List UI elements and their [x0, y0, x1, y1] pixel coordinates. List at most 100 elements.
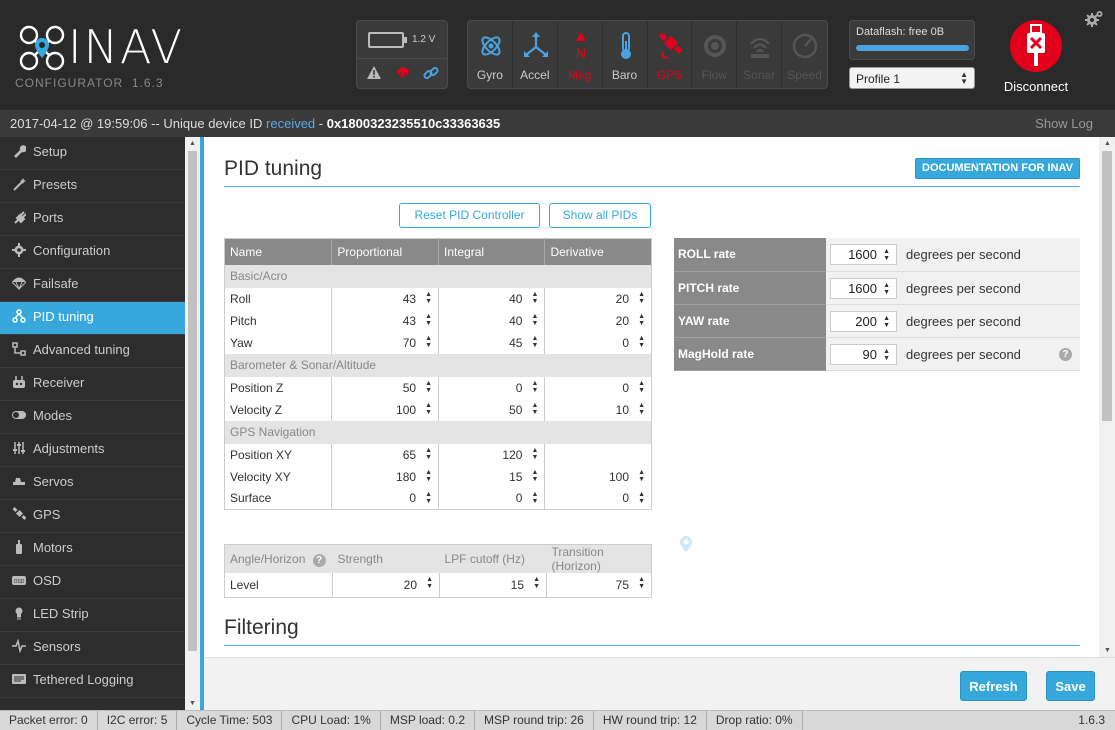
- pid-p-input[interactable]: 43 ▲ ▼: [331, 287, 440, 310]
- spinner-icon[interactable]: ▲ ▼: [425, 447, 432, 461]
- spinner-icon[interactable]: ▲ ▼: [425, 380, 432, 394]
- spinner-icon[interactable]: ▲ ▼: [638, 313, 645, 327]
- pid-i-input[interactable]: 40 ▲ ▼: [438, 309, 546, 332]
- sidebar-item-presets[interactable]: Presets: [0, 170, 185, 203]
- pid-i-input[interactable]: 45 ▲ ▼: [438, 331, 546, 354]
- sidebar-item-modes[interactable]: Modes: [0, 401, 185, 434]
- col-strength: Strength: [332, 544, 440, 573]
- spinner-icon[interactable]: ▲ ▼: [425, 491, 432, 505]
- pid-d-input[interactable]: 0 ▲ ▼: [545, 332, 652, 354]
- pid-p-input[interactable]: 0 ▲ ▼: [331, 487, 440, 510]
- pid-i-input[interactable]: 40 ▲ ▼: [438, 287, 546, 310]
- header: INAV CONFIGURATOR 1.6.3 1.2 V Gyro Accel…: [0, 0, 1115, 110]
- spinner-icon[interactable]: ▲ ▼: [532, 447, 539, 461]
- spinner-icon[interactable]: ▲ ▼: [883, 315, 890, 329]
- help-icon[interactable]: ?: [312, 553, 326, 567]
- spinner-icon[interactable]: ▲ ▼: [638, 491, 645, 505]
- pid-d-input[interactable]: 20 ▲ ▼: [545, 310, 652, 332]
- rate-input[interactable]: 200 ▲ ▼: [830, 310, 897, 332]
- sidebar-item-sensors[interactable]: Sensors: [0, 632, 185, 665]
- rate-input[interactable]: 90 ▲ ▼: [830, 343, 897, 365]
- spinner-icon[interactable]: ▲ ▼: [532, 380, 539, 394]
- sidebar-item-ports[interactable]: Ports: [0, 203, 185, 236]
- pid-i-input[interactable]: 15 ▲ ▼: [438, 465, 546, 488]
- sidebar-item-servos[interactable]: Servos: [0, 467, 185, 500]
- spinner-icon[interactable]: ▲ ▼: [638, 402, 645, 416]
- spinner-icon[interactable]: ▲ ▼: [426, 576, 433, 590]
- packet-error: Packet error: 0: [0, 711, 98, 730]
- profile-select[interactable]: Profile 1 ▲ ▼: [849, 67, 975, 89]
- documentation-button[interactable]: DOCUMENTATION FOR INAV: [915, 158, 1080, 179]
- spinner-icon[interactable]: ▲ ▼: [425, 469, 432, 483]
- settings-gear-icon[interactable]: [1084, 10, 1104, 28]
- table-row: Level 20 ▲ ▼ 15 ▲ ▼ 75 ▲ ▼: [224, 573, 652, 597]
- pid-i-input[interactable]: 0 ▲ ▼: [438, 487, 546, 510]
- spinner-icon[interactable]: ▲ ▼: [532, 491, 539, 505]
- spinner-icon[interactable]: ▲ ▼: [425, 335, 432, 349]
- pid-d-input[interactable]: 10 ▲ ▼: [545, 399, 652, 421]
- sidebar-item-tethered-logging[interactable]: Tethered Logging: [0, 665, 185, 698]
- pid-d-input[interactable]: 0 ▲ ▼: [545, 488, 652, 510]
- pid-d-input[interactable]: 0 ▲ ▼: [545, 377, 652, 399]
- spinner-icon[interactable]: ▲ ▼: [638, 335, 645, 349]
- content-scrollbar[interactable]: ▲ ▼: [1099, 137, 1115, 657]
- spinner-icon[interactable]: ▲ ▼: [883, 248, 890, 262]
- spinner-icon[interactable]: ▲ ▼: [533, 576, 540, 590]
- pid-p-input[interactable]: 70 ▲ ▼: [331, 331, 440, 354]
- sidebar-item-failsafe[interactable]: Failsafe: [0, 269, 185, 302]
- level-lpf-input[interactable]: 15 ▲ ▼: [439, 573, 547, 597]
- sidebar-item-adjustments[interactable]: Adjustments: [0, 434, 185, 467]
- spinner-icon[interactable]: ▲ ▼: [532, 402, 539, 416]
- spinner-icon[interactable]: ▲ ▼: [883, 282, 890, 296]
- svg-text:N: N: [576, 45, 586, 60]
- sidebar-item-advanced-tuning[interactable]: Advanced tuning: [0, 335, 185, 368]
- spinner-icon[interactable]: ▲ ▼: [425, 402, 432, 416]
- sidebar-item-pid-tuning[interactable]: PID tuning: [0, 302, 185, 335]
- pid-p-input[interactable]: 100 ▲ ▼: [331, 398, 440, 421]
- pid-i-input[interactable]: 0 ▲ ▼: [438, 376, 546, 399]
- help-icon[interactable]: ?: [1059, 347, 1072, 361]
- pid-p-input[interactable]: 65 ▲ ▼: [331, 443, 440, 466]
- show-all-pids-button[interactable]: Show all PIDs: [549, 203, 651, 228]
- pid-p-input[interactable]: 50 ▲ ▼: [331, 376, 440, 399]
- sidebar-item-osd[interactable]: OSD OSD: [0, 566, 185, 599]
- spinner-icon[interactable]: ▲ ▼: [532, 469, 539, 483]
- log-status-bar: 2017-04-12 @ 19:59:06 -- Unique device I…: [0, 110, 1115, 137]
- rate-input[interactable]: 1600 ▲ ▼: [830, 277, 897, 299]
- sidebar-item-gps[interactable]: GPS: [0, 500, 185, 533]
- pid-i-input[interactable]: 50 ▲ ▼: [438, 398, 546, 421]
- pid-i-input[interactable]: 120 ▲ ▼: [438, 443, 546, 466]
- sidebar-item-setup[interactable]: Setup: [0, 137, 185, 170]
- spinner-icon[interactable]: ▲ ▼: [425, 313, 432, 327]
- sidebar-item-motors[interactable]: Motors: [0, 533, 185, 566]
- disconnect-button[interactable]: Disconnect: [1002, 20, 1070, 94]
- sidebar-item-configuration[interactable]: Configuration: [0, 236, 185, 269]
- sidebar-item-receiver[interactable]: Receiver: [0, 368, 185, 401]
- sidebar-scrollbar[interactable]: ▲ ▼: [185, 137, 200, 710]
- sidebar-item-led-strip[interactable]: LED Strip: [0, 599, 185, 632]
- level-transition-input[interactable]: 75 ▲ ▼: [547, 573, 652, 597]
- show-log-link[interactable]: Show Log: [1035, 110, 1093, 137]
- logo-text: INAV: [68, 20, 184, 74]
- pid-p-input[interactable]: 180 ▲ ▼: [331, 465, 440, 488]
- sensor-status-panel: Gyro Accel N Mag Baro GPS Flow Sonar Spe: [467, 20, 828, 89]
- pid-p-input[interactable]: 43 ▲ ▼: [331, 309, 440, 332]
- level-strength-input[interactable]: 20 ▲ ▼: [332, 573, 440, 597]
- rate-input[interactable]: 1600 ▲ ▼: [830, 244, 897, 265]
- pid-d-input[interactable]: 100 ▲ ▼: [545, 466, 652, 488]
- spinner-icon[interactable]: ▲ ▼: [425, 291, 432, 305]
- pid-d-input[interactable]: 20 ▲ ▼: [545, 288, 652, 310]
- reset-pid-controller-button[interactable]: Reset PID Controller: [399, 203, 540, 228]
- spinner-icon[interactable]: ▲ ▼: [532, 313, 539, 327]
- spinner-icon[interactable]: ▲ ▼: [532, 335, 539, 349]
- save-button[interactable]: Save: [1046, 671, 1095, 701]
- spinner-icon[interactable]: ▲ ▼: [638, 380, 645, 394]
- spinner-icon[interactable]: ▲ ▼: [638, 469, 645, 483]
- spinner-icon[interactable]: ▲ ▼: [883, 348, 890, 362]
- spinner-icon[interactable]: ▲ ▼: [638, 291, 645, 305]
- servo-icon: [13, 478, 25, 485]
- spinner-icon[interactable]: ▲ ▼: [638, 576, 645, 590]
- sidebar-item-label: Servos: [33, 474, 74, 489]
- spinner-icon[interactable]: ▲ ▼: [532, 291, 539, 305]
- refresh-button[interactable]: Refresh: [960, 671, 1027, 701]
